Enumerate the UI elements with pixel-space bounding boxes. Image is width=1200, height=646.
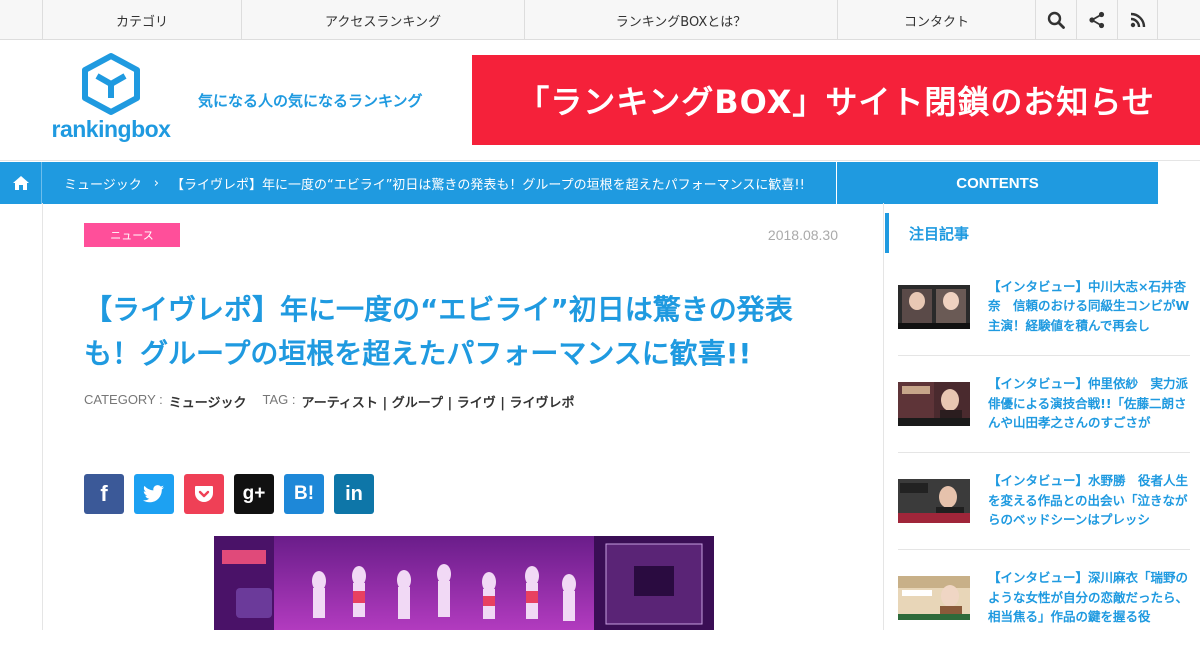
article-thumbnail [898,284,970,329]
facebook-icon: f [100,481,108,506]
logo-cube-icon [82,53,140,115]
contents-button[interactable]: CONTENTS [837,162,1158,204]
breadcrumb-category[interactable]: ミュージック [64,174,142,193]
linkedin-icon: in [345,482,363,505]
chevron-right-icon: › [153,175,159,191]
google-plus-icon: g+ [242,483,266,504]
pocket-share-button[interactable] [184,474,224,514]
article-meta: CATEGORY : ミュージック TAG : アーティスト | グループ | … [84,392,575,411]
nav-item-contact[interactable]: コンタクト [837,0,1035,40]
nav-gutter [0,0,42,40]
hatena-bookmark-icon: B! [293,483,315,504]
list-item[interactable]: 【インタビュー】深川麻衣「瑞野のような女性が自分の恋敵だったら、相当焦る」作品の… [898,549,1190,646]
sidebar-heading: 注目記事 [885,213,1190,253]
list-item[interactable]: 【インタビュー】水野勝 役者人生を変える作品との出会い「泣きながらのベッドシーン… [898,452,1190,549]
article-title: 【ライヴレポ】年に一度の“エビライ”初日は驚きの発表も！グループの垣根を超えたパ… [84,293,793,370]
nav-item-category[interactable]: カテゴリ [42,0,241,40]
breadcrumb-bar: ミュージック › 【ライヴレポ】年に一度の“エビライ”初日は驚きの発表も！グルー… [0,160,1200,204]
google-plus-share-button[interactable]: g+ [234,474,274,514]
site-closure-banner[interactable]: 「ランキングBOX」サイト閉鎖のお知らせ [472,55,1200,145]
nav-item-about[interactable]: ランキングBOXとは？ [524,0,837,40]
share-icon[interactable] [1076,0,1117,40]
featured-articles-list: 【インタビュー】中川大志×石井杏奈 信頼のおける同級生コンビがW主演！経験値を積… [898,258,1190,646]
category-link[interactable]: ミュージック [169,392,247,411]
category-label: CATEGORY : [84,392,163,407]
list-item[interactable]: 【インタビュー】中川大志×石井杏奈 信頼のおける同級生コンビがW主演！経験値を積… [898,258,1190,355]
sidebar-article-title: 【インタビュー】水野勝 役者人生を変える作品との出会い「泣きながらのベッドシーン… [988,473,1189,527]
sidebar-article-title: 【インタビュー】中川大志×石井杏奈 信頼のおける同級生コンビがW主演！経験値を積… [988,278,1190,333]
share-buttons: f g+ B! in [84,474,374,514]
article-thumbnail [898,479,970,523]
rss-icon[interactable] [1117,0,1158,40]
sidebar-article-title: 【インタビュー】深川麻衣「瑞野のような女性が自分の恋敵だったら、相当焦る」作品の… [988,570,1189,624]
article-hero-image [214,536,714,630]
site-tagline: 気になる人の気になるランキング [198,92,423,110]
site-logo[interactable]: rankingbox [45,52,177,148]
sidebar-article-title: 【インタビュー】仲里依紗 実力派俳優による演技合戦!!「佐藤二朗さんや山田孝之さ… [988,376,1189,430]
article-thumbnail [898,576,970,620]
hatena-share-button[interactable]: B! [284,474,324,514]
pocket-icon [195,486,213,502]
linkedin-share-button[interactable]: in [334,474,374,514]
search-icon[interactable] [1035,0,1076,40]
home-icon[interactable] [0,162,42,204]
tag-label: TAG : [262,392,296,407]
top-navigation: カテゴリ アクセスランキング ランキングBOXとは？ コンタクト [0,0,1200,40]
column-divider-left [42,203,43,630]
logo-text: rankingbox [51,116,171,142]
twitter-icon [143,485,164,503]
article-date: 2018.08.30 [767,227,838,243]
article-category-badge[interactable]: ニュース [84,223,180,247]
breadcrumb-current: 【ライヴレポ】年に一度の“エビライ”初日は驚きの発表も！グループの垣根を超えたパ… [170,177,805,193]
nav-item-access-ranking[interactable]: アクセスランキング [241,0,524,40]
breadcrumb: ミュージック › 【ライヴレポ】年に一度の“エビライ”初日は驚きの発表も！グルー… [0,162,836,204]
twitter-share-button[interactable] [134,474,174,514]
facebook-share-button[interactable]: f [84,474,124,514]
tag-list[interactable]: アーティスト | グループ | ライヴ | ライヴレポ [301,392,574,411]
column-divider-right [883,203,884,630]
article-thumbnail [898,382,970,426]
list-item[interactable]: 【インタビュー】仲里依紗 実力派俳優による演技合戦!!「佐藤二朗さんや山田孝之さ… [898,355,1190,452]
